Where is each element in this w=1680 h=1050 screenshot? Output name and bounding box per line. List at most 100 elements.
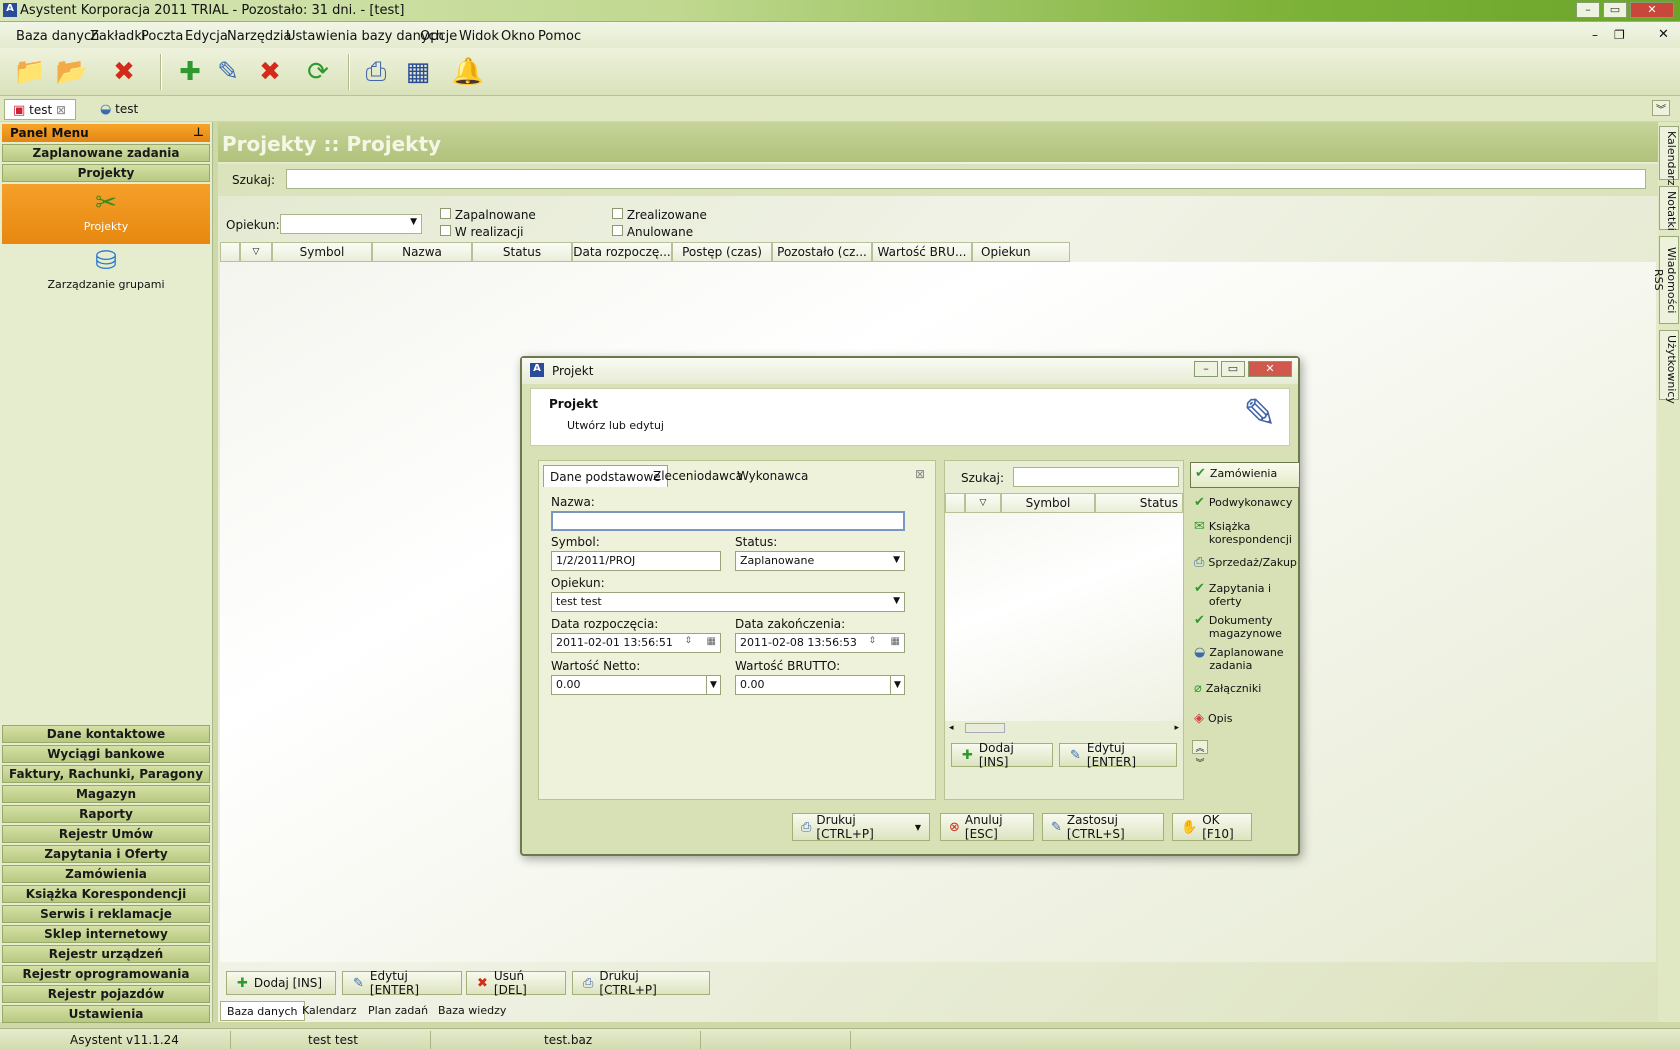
side-tab-notatki[interactable]: Notatki <box>1659 186 1679 231</box>
add-button[interactable]: ✚ Dodaj [INS] <box>226 971 336 995</box>
link-zamowienia[interactable]: ✔ Zamówienia <box>1190 462 1300 488</box>
calendar-icon[interactable]: ▦ <box>707 636 716 647</box>
doc-tab[interactable]: ◒ test <box>92 99 146 120</box>
new-database-icon[interactable]: 📁 <box>10 54 50 90</box>
chevron-down-icon[interactable]: ▼ <box>706 676 720 694</box>
edit-record-icon[interactable]: ✎ <box>208 54 248 90</box>
link-dokumenty-magazynowe[interactable]: ✔ Dokumenty magazynowe <box>1190 614 1300 640</box>
checkbox[interactable] <box>612 208 623 219</box>
menu-widok[interactable]: Widok <box>459 29 499 44</box>
link-ksiazka-korespondencji[interactable]: ✉ Książka korespondencji <box>1190 520 1300 546</box>
net-value-input[interactable]: 0.00 ▼ <box>551 675 721 695</box>
link-podwykonawcy[interactable]: ✔ Podwykonawcy <box>1190 496 1300 509</box>
col-wartosc-brutto[interactable]: Wartość BRU... <box>872 242 972 262</box>
calculator-icon[interactable]: ▦ <box>398 54 438 90</box>
nav-rejestr-urzadzen[interactable]: Rejestr urządzeń <box>2 945 210 963</box>
symbol-input[interactable]: 1/2/2011/PROJ <box>551 551 721 571</box>
chevron-down-icon[interactable]: ▼ <box>890 676 904 694</box>
minimize-icon[interactable]: – <box>1576 2 1600 18</box>
filter-zrealizowane[interactable]: Zrealizowane <box>612 208 707 222</box>
nav-ustawienia[interactable]: Ustawienia <box>2 1005 210 1023</box>
link-zalaczniki[interactable]: ⌀ Załączniki <box>1190 682 1300 695</box>
related-col-symbol[interactable]: Symbol <box>1001 493 1095 513</box>
nav-magazyn[interactable]: Magazyn <box>2 785 210 803</box>
menu-poczta[interactable]: Poczta <box>141 29 183 44</box>
link-zaplanowane-zadania[interactable]: ◒ Zaplanowane zadania <box>1190 646 1300 672</box>
gross-value-input[interactable]: 0.00 ▼ <box>735 675 905 695</box>
chevron-down-icon[interactable]: ▼ <box>915 823 921 832</box>
dialog-maximize-icon[interactable]: ▭ <box>1221 361 1245 377</box>
apply-button[interactable]: ✎ Zastosuj [CTRL+S] <box>1042 813 1164 841</box>
related-col-status[interactable]: Status <box>1095 493 1183 513</box>
delete-record-icon[interactable]: ✖ <box>250 54 290 90</box>
nav-zapytania-oferty[interactable]: Zapytania i Oferty <box>2 845 210 863</box>
related-search-input[interactable] <box>1013 467 1179 487</box>
side-tab-uzytkownicy[interactable]: Użytkownicy <box>1659 330 1679 404</box>
collapse-icon[interactable]: ︾ <box>1652 100 1670 116</box>
dialog-close-icon[interactable]: ✕ <box>1248 361 1292 377</box>
search-input[interactable] <box>286 169 1646 189</box>
filter-icon[interactable]: ▽ <box>965 493 1001 513</box>
col-data-rozpoczecia[interactable]: Data rozpoczę... <box>572 242 672 262</box>
nav-rejestr-umow[interactable]: Rejestr Umów <box>2 825 210 843</box>
col-postep[interactable]: Postęp (czas) <box>672 242 772 262</box>
filter-w-realizacji[interactable]: W realizacji <box>440 225 524 239</box>
close-tab-icon[interactable]: ⊠ <box>56 103 66 117</box>
related-edit-button[interactable]: ✎ Edytuj [ENTER] <box>1059 741 1177 769</box>
link-sprzedaz-zakup[interactable]: ⎙ Sprzedaż/Zakup <box>1190 556 1300 569</box>
bell-icon[interactable]: 🔔 <box>448 54 488 90</box>
nav-raporty[interactable]: Raporty <box>2 805 210 823</box>
link-opis[interactable]: ◈ Opis <box>1190 712 1300 725</box>
owner-select[interactable]: ▼ <box>280 214 422 234</box>
scroll-down-icon[interactable]: ︾ <box>1192 756 1208 770</box>
maximize-icon[interactable]: ▭ <box>1603 2 1627 18</box>
menu-okno[interactable]: Okno <box>501 29 535 44</box>
nav-rejestr-pojazdow[interactable]: Rejestr pojazdów <box>2 985 210 1003</box>
side-tab-rss[interactable]: Wiadomości RSS <box>1652 236 1679 324</box>
spinner-icon[interactable]: ⇕ <box>684 636 692 646</box>
big-item-zarzadzanie-grupami[interactable]: ⛁ Zarządzanie grupami <box>2 246 210 302</box>
tab-baza-danych[interactable]: Baza danych <box>220 1001 305 1021</box>
nav-serwis[interactable]: Serwis i reklamacje <box>2 905 210 923</box>
mdi-close-icon[interactable]: ✕ <box>1658 27 1669 42</box>
related-add-button[interactable]: ✚ Dodaj [INS] <box>951 741 1053 769</box>
nav-zamowienia[interactable]: Zamówienia <box>2 865 210 883</box>
nav-projekty[interactable]: Projekty <box>2 164 210 182</box>
horizontal-scrollbar[interactable]: ◂ ▸ <box>949 723 1179 735</box>
ok-button[interactable]: ✋ OK [F10] <box>1172 813 1252 841</box>
scroll-thumb[interactable] <box>965 723 1005 733</box>
mdi-restore-icon[interactable]: ❐ <box>1614 28 1625 42</box>
menu-zakladki[interactable]: Zakładki <box>90 29 145 44</box>
menu-edycja[interactable]: Edycja <box>185 29 228 44</box>
edit-button[interactable]: ✎ Edytuj [ENTER] <box>342 969 462 997</box>
checkbox[interactable] <box>440 208 451 219</box>
tab-wykonawca[interactable]: Wykonawca <box>731 465 814 487</box>
close-database-icon[interactable]: ✖ <box>104 54 144 90</box>
dialog-minimize-icon[interactable]: – <box>1194 361 1218 377</box>
col-opiekun[interactable]: Opiekun <box>972 242 1070 262</box>
nav-zaplanowane-zadania[interactable]: Zaplanowane zadania <box>2 144 210 162</box>
checkbox[interactable] <box>612 225 623 236</box>
pin-icon[interactable]: ⊥ <box>193 125 204 139</box>
nav-rejestr-oprogramowania[interactable]: Rejestr oprogramowania <box>2 965 210 983</box>
cancel-button[interactable]: ⊗ Anuluj [ESC] <box>940 813 1034 841</box>
nav-ksiazka-korespondencji[interactable]: Książka Korespondencji <box>2 885 210 903</box>
menu-opcje[interactable]: Opcje <box>420 29 457 44</box>
doc-tab-active[interactable]: ▣ test ⊠ <box>4 99 76 120</box>
print-button[interactable]: ⎙ Drukuj [CTRL+P] <box>572 969 710 997</box>
scroll-right-icon[interactable]: ▸ <box>1174 723 1179 733</box>
scroll-left-icon[interactable]: ◂ <box>949 723 954 733</box>
link-zapytania-oferty[interactable]: ✔ Zapytania i oferty <box>1190 582 1300 608</box>
calendar-icon[interactable]: ▦ <box>891 636 900 647</box>
filter-icon[interactable]: ▽ <box>240 242 272 262</box>
checkbox[interactable] <box>440 225 451 236</box>
col-nazwa[interactable]: Nazwa <box>372 242 472 262</box>
name-input[interactable] <box>551 511 905 531</box>
filter-zapalnowane[interactable]: Zapalnowane <box>440 208 536 222</box>
nav-faktury[interactable]: Faktury, Rachunki, Paragony <box>2 765 210 783</box>
add-record-icon[interactable]: ✚ <box>170 54 210 90</box>
mdi-minimize-icon[interactable]: – <box>1592 28 1598 42</box>
col-symbol[interactable]: Symbol <box>272 242 372 262</box>
col-pozostalo[interactable]: Pozostało (cz... <box>772 242 872 262</box>
menu-baza-danych[interactable]: Baza danych <box>16 29 99 44</box>
